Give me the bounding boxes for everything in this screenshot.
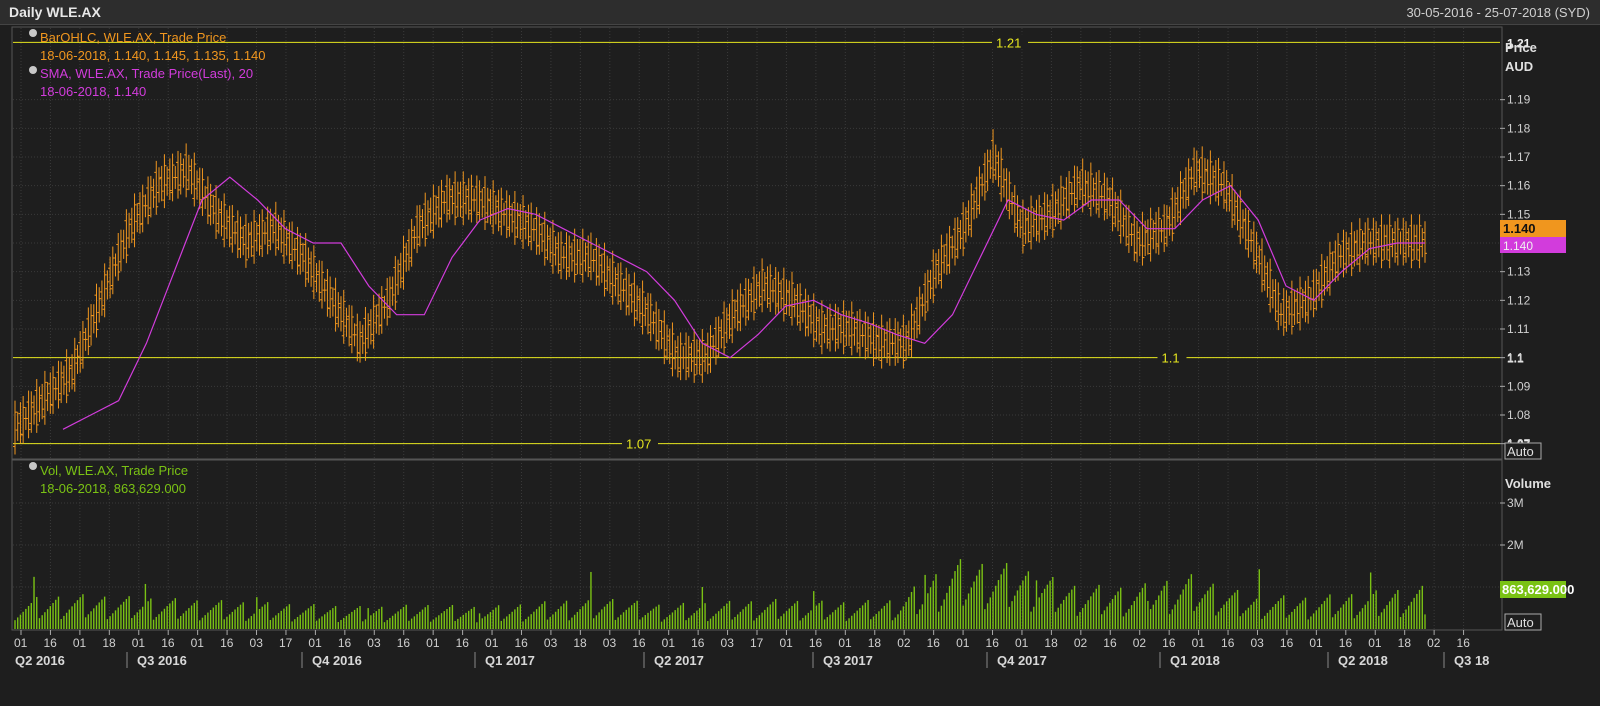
x-tick-label: 02 <box>1427 636 1441 650</box>
volume-y-axis: 1M2M3M <box>1500 496 1524 594</box>
x-tick-label: 16 <box>161 636 175 650</box>
price-tick-label: 1.12 <box>1507 293 1531 307</box>
x-tick-label: 01 <box>308 636 322 650</box>
x-tick-label: 01 <box>14 636 28 650</box>
x-tick-label: 02 <box>1074 636 1088 650</box>
x-tick-label: 03 <box>1250 636 1264 650</box>
price-tick-label: 1.09 <box>1507 379 1531 393</box>
price-tick-label: 1.15 <box>1507 207 1531 221</box>
x-tick-label: 02 <box>1133 636 1147 650</box>
price-tick-label: 1.08 <box>1507 408 1531 422</box>
x-tick-label: 01 <box>838 636 852 650</box>
last-volume-tag-text: 863,629.000 <box>1502 582 1574 597</box>
reference-label: 1.1 <box>1162 351 1180 366</box>
legend-collapse-icon[interactable] <box>29 462 37 470</box>
x-tick-label: 18 <box>573 636 587 650</box>
x-tick-label: 17 <box>279 636 293 650</box>
quarter-label: Q3 18 <box>1454 653 1489 668</box>
x-axis: 01 16 01 18 01 16 01 16 03 17 01 16 03 16 01 16 01 16 03 18… <box>14 630 1489 668</box>
quarter-label: Q2 2016 <box>15 653 65 668</box>
x-tick-label: 01 <box>132 636 146 650</box>
volume-tick-label: 2M <box>1507 538 1524 552</box>
chart-window: Daily WLE.AX 30-05-2016 - 25-07-2018 (SY… <box>0 0 1600 706</box>
x-tick-label: 16 <box>691 636 705 650</box>
x-tick-label: 01 <box>1192 636 1206 650</box>
reference-label: 1.07 <box>626 437 651 452</box>
x-tick-label: 16 <box>397 636 411 650</box>
volume-auto-button-label[interactable]: Auto <box>1507 615 1534 630</box>
x-tick-label: 16 <box>220 636 234 650</box>
price-auto-button-label[interactable]: Auto <box>1507 444 1534 459</box>
x-tick-label: 16 <box>1162 636 1176 650</box>
x-tick-label: 16 <box>1280 636 1294 650</box>
x-tick-label: 03 <box>721 636 735 650</box>
price-tick-label: 1.18 <box>1507 121 1531 135</box>
legend-ohlc-value: 18-06-2018, 1.140, 1.145, 1.135, 1.140 <box>40 48 266 63</box>
quarter-label: Q2 2018 <box>1338 653 1388 668</box>
price-tick-label: 1.16 <box>1507 179 1531 193</box>
x-tick-label: 01 <box>662 636 676 650</box>
quarter-label: Q2 2017 <box>654 653 704 668</box>
price-tick-label: 1.17 <box>1507 150 1531 164</box>
sma-tag-text: 1.140 <box>1503 239 1533 253</box>
price-axis-title: Price <box>1505 40 1537 55</box>
x-tick-label: 17 <box>750 636 764 650</box>
price-axis-unit: AUD <box>1505 59 1533 74</box>
quarter-label: Q1 2017 <box>485 653 535 668</box>
volume-axis-title: Volume <box>1505 476 1551 491</box>
x-tick-label: 02 <box>897 636 911 650</box>
quarter-label: Q1 2018 <box>1170 653 1220 668</box>
quarter-label: Q4 2016 <box>312 653 362 668</box>
x-tick-label: 18 <box>868 636 882 650</box>
reference-label: 1.21 <box>996 35 1021 50</box>
x-tick-label: 16 <box>514 636 528 650</box>
legend-volume-label: Vol, WLE.AX, Trade Price <box>40 463 188 478</box>
x-tick-label: 03 <box>367 636 381 650</box>
legend-sma-label: SMA, WLE.AX, Trade Price(Last), 20 <box>40 66 253 81</box>
x-tick-label: 01 <box>485 636 499 650</box>
price-y-axis: 1.071.081.091.11.111.121.131.141.151.161… <box>1500 93 1531 451</box>
legend-ohlc-label: BarOHLC, WLE.AX, Trade Price <box>40 30 226 45</box>
price-tick-label: 1.13 <box>1507 265 1531 279</box>
x-tick-label: 01 <box>1309 636 1323 650</box>
x-tick-label: 16 <box>927 636 941 650</box>
quarter-label: Q3 2016 <box>137 653 187 668</box>
price-tick-label: 1.1 <box>1507 351 1524 365</box>
x-tick-label: 16 <box>1221 636 1235 650</box>
x-tick-label: 03 <box>603 636 617 650</box>
x-tick-label: 01 <box>1015 636 1029 650</box>
x-tick-label: 16 <box>986 636 1000 650</box>
x-tick-label: 01 <box>779 636 793 650</box>
legend-volume-value: 18-06-2018, 863,629.000 <box>40 481 186 496</box>
x-tick-label: 18 <box>1044 636 1058 650</box>
x-tick-label: 16 <box>809 636 823 650</box>
x-tick-label: 16 <box>1103 636 1117 650</box>
x-tick-label: 01 <box>956 636 970 650</box>
chart-canvas[interactable]: 1.211.211.11.11.071.07 1.071.081.091.11.… <box>0 0 1600 706</box>
x-tick-label: 01 <box>426 636 440 650</box>
legend-collapse-icon[interactable] <box>29 66 37 74</box>
x-tick-label: 03 <box>250 636 264 650</box>
x-tick-label: 16 <box>456 636 470 650</box>
x-tick-label: 01 <box>191 636 205 650</box>
legend-collapse-icon[interactable] <box>29 29 37 37</box>
last-price-tag-text: 1.140 <box>1503 221 1536 236</box>
price-tick-label: 1.11 <box>1507 322 1530 336</box>
x-tick-label: 18 <box>1398 636 1412 650</box>
volume-tick-label: 3M <box>1507 496 1524 510</box>
x-tick-label: 16 <box>1339 636 1353 650</box>
x-tick-label: 16 <box>1457 636 1471 650</box>
quarter-label: Q4 2017 <box>997 653 1047 668</box>
x-tick-label: 18 <box>102 636 116 650</box>
x-tick-label: 16 <box>43 636 57 650</box>
legend-sma-value: 18-06-2018, 1.140 <box>40 84 146 99</box>
quarter-label: Q3 2017 <box>823 653 873 668</box>
x-tick-label: 01 <box>73 636 87 650</box>
x-tick-label: 01 <box>1368 636 1382 650</box>
price-tick-label: 1.19 <box>1507 93 1531 107</box>
x-tick-label: 16 <box>338 636 352 650</box>
x-tick-label: 03 <box>544 636 558 650</box>
x-tick-label: 16 <box>632 636 646 650</box>
